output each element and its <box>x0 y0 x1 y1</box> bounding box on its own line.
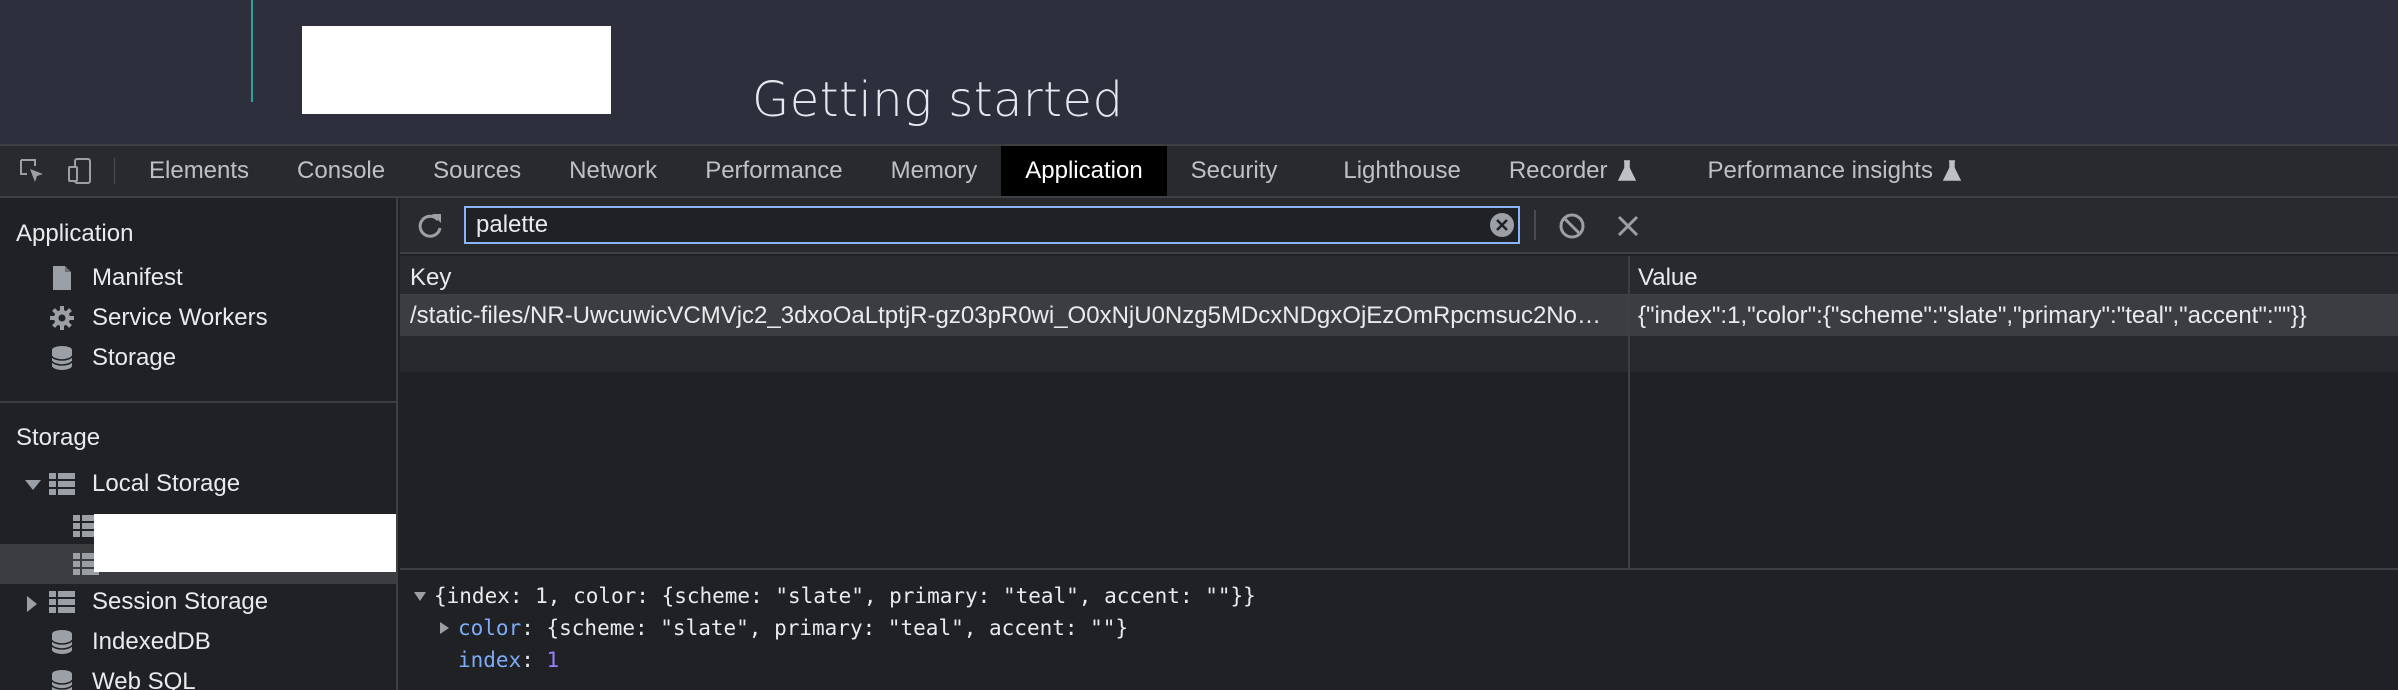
tab-label: Performance insights <box>1707 157 1933 184</box>
tab-application[interactable]: Application <box>1001 146 1167 196</box>
flask-icon <box>1942 160 1961 181</box>
tab-label: Console <box>297 157 386 184</box>
tab-lighthouse[interactable]: Lighthouse <box>1319 146 1484 196</box>
key-cell[interactable]: /static-files/NR-UwcuwicVCMVjc2_3dxoOaLt… <box>410 302 1618 330</box>
storage-toolbar <box>400 198 2398 254</box>
database-icon <box>48 628 76 656</box>
table-row-empty <box>400 336 2398 372</box>
sidebar-item-label: Service Workers <box>92 304 268 331</box>
sidebar-item-label: Manifest <box>92 264 183 291</box>
gear-icon <box>48 304 76 332</box>
tab-performance[interactable]: Performance <box>681 146 866 196</box>
table-header: Key Value <box>400 256 2398 296</box>
property-value: : {scheme: "slate", primary: "teal", acc… <box>521 616 1129 640</box>
expand-arrow-icon[interactable] <box>25 480 41 490</box>
sidebar-item-web-sql[interactable]: Web SQL <box>48 668 196 690</box>
tab-label: Network <box>569 157 658 184</box>
vertical-accent-rule <box>251 0 253 102</box>
tab-bar-separator <box>114 158 115 184</box>
sidebar-item-label: Web SQL <box>92 668 196 690</box>
refresh-icon[interactable] <box>414 210 446 242</box>
tab-label: Recorder <box>1508 157 1608 184</box>
redacted-origin-labels <box>94 514 396 572</box>
property-value: 1 <box>546 648 560 672</box>
flask-icon <box>1617 160 1636 181</box>
clear-filter-icon[interactable] <box>1488 211 1516 239</box>
sidebar-section-application: Application <box>16 220 134 247</box>
tab-label: Application <box>1025 157 1143 184</box>
collapse-arrow-icon[interactable] <box>440 622 449 634</box>
tab-elements[interactable]: Elements <box>125 146 273 196</box>
tab-performance-insights[interactable]: Performance insights <box>1684 146 1985 196</box>
toolbar-separator <box>1534 210 1536 240</box>
sidebar-item-indexeddb[interactable]: IndexedDB <box>48 628 211 656</box>
tab-label: Performance <box>705 157 843 184</box>
redacted-logo <box>302 26 611 114</box>
database-icon <box>48 668 76 690</box>
local-storage-table: Key Value /static-files/NR-UwcuwicVCMVjc… <box>400 256 2398 568</box>
tab-label: Sources <box>433 157 522 184</box>
sidebar-item-label: Storage <box>92 344 177 371</box>
grid-icon <box>48 470 76 498</box>
column-header-value[interactable]: Value <box>1638 264 1698 292</box>
tab-memory[interactable]: Memory <box>867 146 1002 196</box>
tab-recorder[interactable]: Recorder <box>1485 146 1684 196</box>
preview-root-object[interactable]: {index: 1, color: {scheme: "slate", prim… <box>434 584 1256 608</box>
preview-color-property[interactable]: color: {scheme: "slate", primary: "teal"… <box>458 616 1128 640</box>
grid-icon <box>48 588 76 616</box>
page-title: Getting started <box>752 72 1124 128</box>
sidebar-item-label: IndexedDB <box>92 628 211 655</box>
device-toolbar-icon[interactable] <box>56 146 104 196</box>
sidebar-item-manifest[interactable]: Manifest <box>48 264 183 292</box>
sidebar-item-label: Session Storage <box>92 588 269 615</box>
tab-network[interactable]: Network <box>545 146 681 196</box>
expand-arrow-icon[interactable] <box>414 592 426 601</box>
sidebar-section-storage: Storage <box>16 424 101 451</box>
devtools-tab-bar: Elements Console Sources Network Perform… <box>0 144 2398 198</box>
file-icon <box>48 264 76 292</box>
clear-all-icon[interactable] <box>1556 210 1588 242</box>
tab-label: Elements <box>149 157 250 184</box>
page-header-area: Getting started <box>0 0 2398 144</box>
tab-label: Memory <box>890 157 978 184</box>
filter-input[interactable] <box>464 206 1520 244</box>
property-key: color <box>458 616 522 640</box>
sidebar-divider <box>0 401 398 403</box>
sidebar-item-session-storage[interactable]: Session Storage <box>48 588 268 616</box>
tab-security[interactable]: Security <box>1167 146 1320 196</box>
tab-label: Security <box>1190 157 1278 184</box>
sidebar-item-service-workers[interactable]: Service Workers <box>48 304 268 332</box>
application-sidebar: Application Manifest Service Workers Sto… <box>0 198 398 690</box>
collapse-arrow-icon[interactable] <box>27 596 37 612</box>
sidebar-item-label: Local Storage <box>92 470 241 497</box>
inspect-element-icon[interactable] <box>8 146 56 196</box>
value-preview-pane: {index: 1, color: {scheme: "slate", prim… <box>400 568 2398 690</box>
column-header-key[interactable]: Key <box>410 264 451 292</box>
sidebar-item-storage-overview[interactable]: Storage <box>48 344 176 372</box>
preview-index-property: index: 1 <box>458 648 559 672</box>
table-row[interactable]: /static-files/NR-UwcuwicVCMVjc2_3dxoOaLt… <box>400 296 2398 336</box>
column-divider <box>1628 256 1630 568</box>
database-icon <box>48 344 76 372</box>
tab-console[interactable]: Console <box>273 146 409 196</box>
property-separator: : <box>521 648 547 672</box>
sidebar-item-local-storage[interactable]: Local Storage <box>48 470 240 498</box>
tab-label: Lighthouse <box>1343 157 1461 184</box>
delete-selected-icon[interactable] <box>1612 210 1644 242</box>
value-cell[interactable]: {"index":1,"color":{"scheme":"slate","pr… <box>1638 302 2390 330</box>
tab-sources[interactable]: Sources <box>409 146 545 196</box>
property-key: index <box>458 648 522 672</box>
